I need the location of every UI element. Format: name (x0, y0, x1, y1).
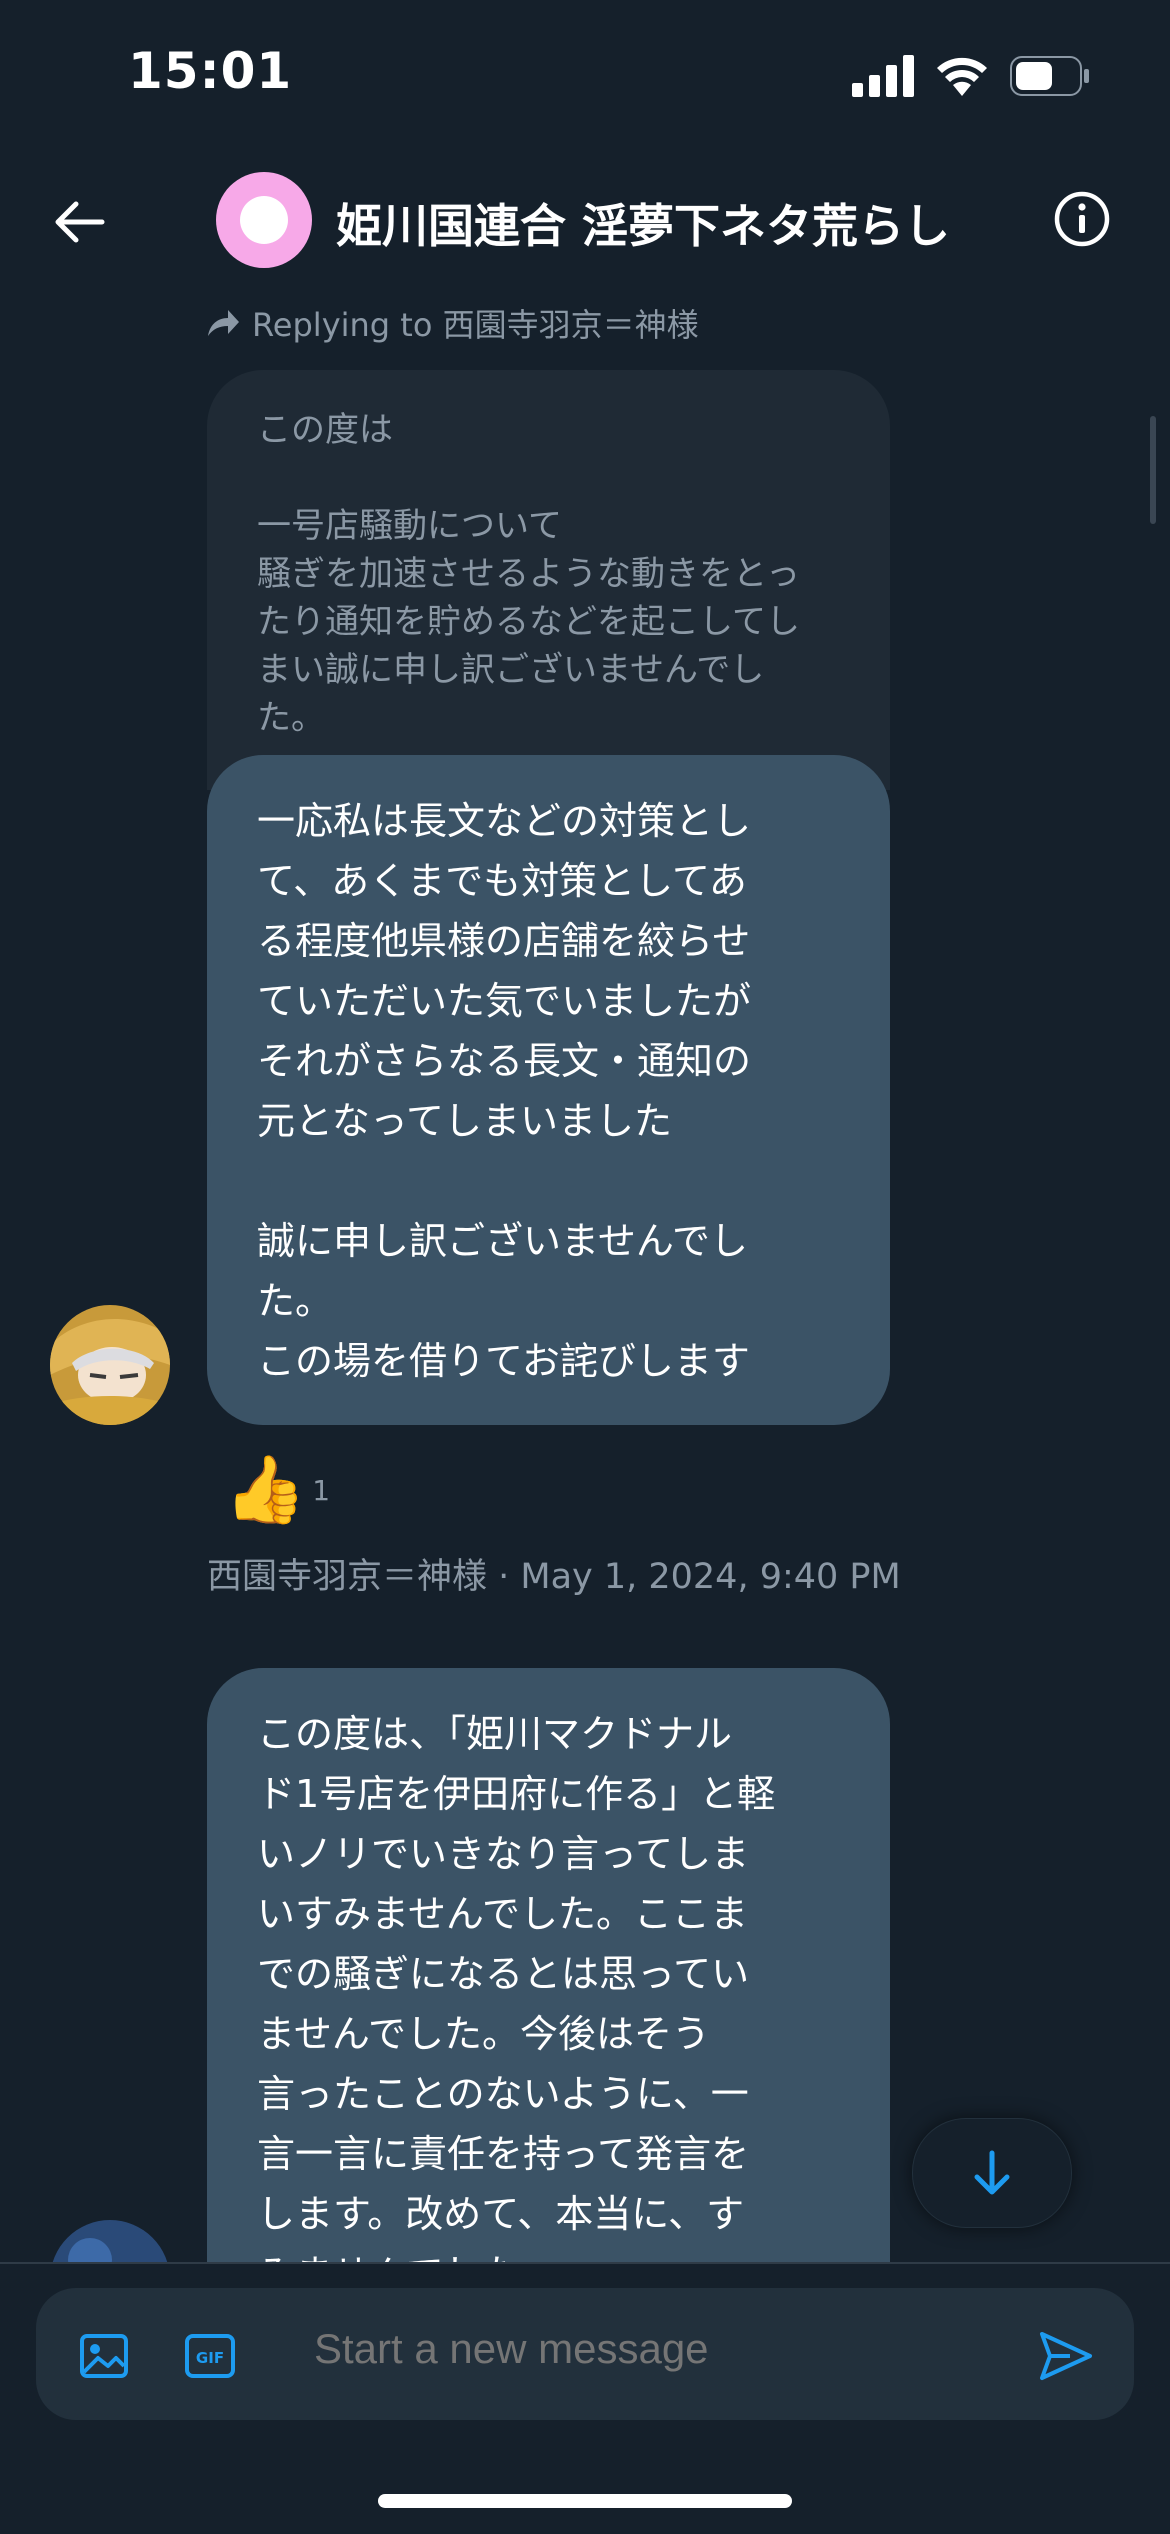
send-icon[interactable] (1038, 2330, 1094, 2382)
message-bubble[interactable]: 一応私は長文などの対策とし て、あくまでも対策としてあ る程度他県様の店舗を絞ら… (207, 755, 890, 1425)
reply-arrow-icon (208, 310, 239, 336)
gif-icon[interactable]: GIF (184, 2330, 236, 2382)
message-line: いノリでいきなり言ってしま (257, 1832, 750, 1876)
cellular-signal-icon (852, 55, 914, 97)
image-icon[interactable] (78, 2330, 130, 2382)
message-line: します。改めて、本当に、す (257, 2192, 745, 2236)
reaction-count: 1 (312, 1474, 331, 1507)
thumbs-up-icon: 👍 (224, 1451, 307, 1528)
arrow-down-icon (974, 2150, 1010, 2195)
home-indicator (378, 2494, 792, 2508)
message-line: この場を借りてお詫びします (257, 1339, 750, 1383)
message-line: た。 (257, 1279, 334, 1323)
message-line: いすみませんでした。ここま (257, 1892, 748, 1936)
quoted-line: たり通知を貯めるなどを起こしてし (257, 602, 800, 642)
battery-icon (1010, 56, 1089, 96)
conversation-avatar[interactable] (216, 172, 312, 268)
composer-area: GIF (0, 2262, 1170, 2534)
conversation-title[interactable]: 姫川国連合 淫夢下ネタ荒らし (336, 190, 950, 256)
message-line: この度は、「姫川マクドナル (257, 1712, 733, 1756)
back-arrow-icon[interactable] (48, 190, 112, 254)
message-line: での騒ぎになるとは思ってい (257, 1952, 750, 1996)
replying-to-text: Replying to 西園寺羽京＝神様 (252, 306, 699, 344)
quoted-line: まい誠に申し訳ございませんでし (257, 650, 765, 690)
message-reaction[interactable]: 👍 1 (224, 1450, 330, 1530)
quoted-blank-line (257, 454, 840, 502)
message-bubble[interactable]: この度は、「姫川マクドナル ド1号店を伊田府に作る」と軽 いノリでいきなり言って… (207, 1668, 890, 2296)
message-line: ていただいた気でいましたが (257, 979, 752, 1023)
svg-text:GIF: GIF (196, 2349, 224, 2367)
message-composer[interactable]: GIF (36, 2288, 1134, 2420)
status-time: 15:01 (128, 42, 293, 100)
quoted-line: この度は (257, 410, 393, 450)
message-timestamp: 西園寺羽京＝神様 · May 1, 2024, 9:40 PM (207, 1557, 901, 1597)
conversation-header: 姫川国連合 淫夢下ネタ荒らし (0, 150, 1170, 290)
info-icon[interactable] (1053, 190, 1111, 248)
message-line: 一応私は長文などの対策とし (257, 799, 752, 843)
replying-to-label: Replying to 西園寺羽京＝神様 (206, 300, 699, 346)
message-line: 元となってしまいました (257, 1099, 672, 1143)
message-line: 誠に申し訳ございませんでし (257, 1219, 748, 1263)
message-line: 言一言に責任を持って発言を (257, 2132, 750, 2176)
message-line: ド1号店を伊田府に作る」と軽 (257, 1772, 776, 1816)
quoted-line: 騒ぎを加速させるような動きをとっ (257, 554, 800, 594)
message-line: る程度他県様の店舗を絞らせ (257, 919, 751, 963)
message-input[interactable] (312, 2324, 857, 2374)
scrollbar[interactable] (1150, 416, 1156, 524)
message-line: て、あくまでも対策としてあ (257, 859, 747, 903)
status-bar: 15:01 (0, 0, 1170, 150)
message-line: 言ったことのないように、一 (257, 2072, 749, 2116)
message-line: ませんでした。今後はそう (257, 2012, 710, 2056)
scroll-to-bottom-button[interactable] (912, 2118, 1072, 2228)
quoted-line: 一号店騒動について (257, 506, 562, 546)
message-line: それがさらなる長文・通知の (257, 1039, 752, 1083)
wifi-icon (937, 57, 987, 96)
sender-avatar[interactable] (50, 1305, 170, 1425)
quoted-line: た。 (257, 698, 325, 738)
quoted-message[interactable]: この度は 一号店騒動について 騒ぎを加速させるような動きをとっ たり通知を貯める… (207, 370, 890, 790)
